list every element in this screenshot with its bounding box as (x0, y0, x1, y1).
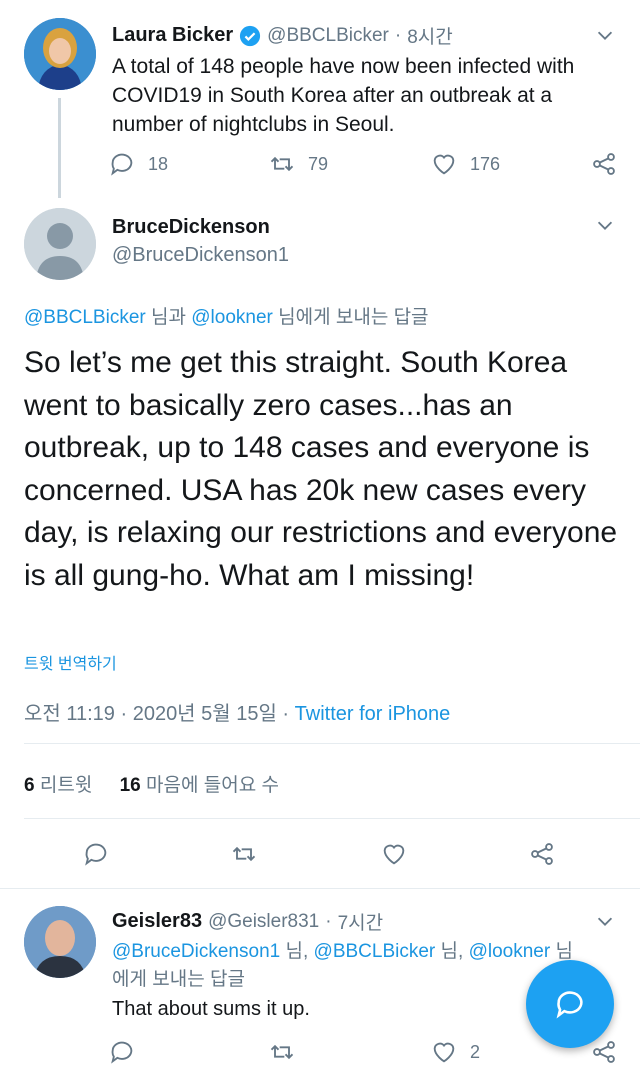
display-name[interactable]: Laura Bicker (112, 24, 233, 47)
reply-context-text: 님, (435, 941, 469, 962)
reply-icon (111, 1041, 133, 1064)
mention-link[interactable]: @BBCLBicker (314, 941, 436, 962)
like-button[interactable] (380, 840, 408, 868)
separator: · (325, 910, 332, 932)
tweet-text: So let’s me get this straight. South Kor… (24, 346, 618, 592)
like-icon (433, 1042, 455, 1063)
share-icon (593, 153, 615, 175)
retweet-icon (270, 1044, 294, 1060)
source-link[interactable]: Twitter for iPhone (295, 703, 451, 725)
like-count: 2 (470, 1041, 481, 1062)
mention-link[interactable]: @BBCLBicker (24, 307, 146, 328)
mention-link[interactable]: @BruceDickenson1 (112, 941, 280, 962)
reply-context-text: 님 (550, 941, 573, 962)
retweet-button[interactable] (268, 1038, 296, 1066)
avatar[interactable] (24, 18, 96, 90)
divider (24, 743, 640, 744)
like-icon (433, 154, 455, 175)
chevron-down-icon[interactable] (594, 214, 616, 241)
verified-badge-icon (239, 25, 261, 47)
divider (24, 818, 640, 819)
reply-context-text: 님, (280, 941, 314, 962)
tweet-meta: 오전 11:19 · 2020년 5월 15일 · Twitter for iP… (24, 697, 450, 726)
share-button[interactable] (590, 150, 618, 178)
reply-icon (85, 843, 107, 866)
like-total: 16 (119, 775, 141, 796)
chevron-down-icon[interactable] (594, 24, 616, 51)
like-icon (383, 844, 405, 865)
retweet-icon (232, 846, 256, 862)
reply-context-suffix: 님에게 보내는 답글 (272, 307, 429, 328)
compose-button[interactable] (526, 960, 614, 1048)
share-icon (531, 843, 553, 865)
retweet-button[interactable]: 79 (268, 150, 328, 178)
thread-line (58, 98, 61, 198)
likes-stat[interactable]: 16 마음에 들어요 수 (120, 775, 279, 796)
display-name[interactable]: BruceDickenson (112, 216, 270, 239)
reply-button[interactable] (108, 1038, 136, 1066)
tweet-timestamp[interactable]: 오전 11:19 · 2020년 5월 15일 (24, 703, 277, 725)
reply-context: @BBCLBicker 님과 @lookner 님에게 보내는 답글 (24, 302, 429, 329)
like-count: 176 (470, 153, 501, 174)
chevron-down-icon[interactable] (594, 910, 616, 937)
reply-context-text: 님과 (145, 307, 192, 328)
retweet-label: 리트윗 (34, 775, 93, 796)
reply-button[interactable]: 18 (108, 150, 168, 178)
handle[interactable]: @Geisler831 (208, 911, 319, 933)
reply-count: 18 (148, 153, 169, 174)
translate-link[interactable]: 트윗 번역하기 (24, 650, 117, 674)
share-icon (593, 1041, 615, 1063)
like-label: 마음에 들어요 수 (140, 775, 279, 796)
divider (0, 888, 640, 889)
engagement-stats: 6 리트윗 16 마음에 들어요 수 (24, 770, 279, 797)
retweet-count: 79 (308, 153, 329, 174)
like-button[interactable]: 2 (430, 1038, 480, 1066)
tweet-text: A total of 148 people have now been infe… (112, 55, 575, 136)
mention-link[interactable]: @lookner (191, 307, 273, 328)
retweets-stat[interactable]: 6 리트윗 (24, 775, 92, 796)
retweet-button[interactable] (230, 840, 258, 868)
avatar[interactable] (24, 208, 96, 280)
reply-icon (111, 153, 133, 176)
reply-button[interactable] (82, 840, 110, 868)
tweet-text: That about sums it up. (112, 998, 310, 1020)
separator: · (394, 24, 402, 46)
retweet-icon (270, 156, 294, 172)
avatar[interactable] (24, 906, 96, 978)
like-button[interactable]: 176 (430, 150, 500, 178)
display-name[interactable]: Geisler83 (112, 910, 202, 933)
timestamp[interactable]: 7시간 (338, 908, 384, 935)
handle[interactable]: @BBCLBicker (267, 25, 389, 47)
share-button[interactable] (590, 1038, 618, 1066)
mention-link[interactable]: @lookner (469, 941, 551, 962)
retweet-total: 6 (24, 775, 35, 796)
share-button[interactable] (528, 840, 556, 868)
meta-separator: · (276, 703, 295, 725)
handle[interactable]: @BruceDickenson1 (112, 244, 289, 267)
compose-icon (556, 991, 583, 1019)
timestamp[interactable]: 8시간 (407, 22, 453, 49)
